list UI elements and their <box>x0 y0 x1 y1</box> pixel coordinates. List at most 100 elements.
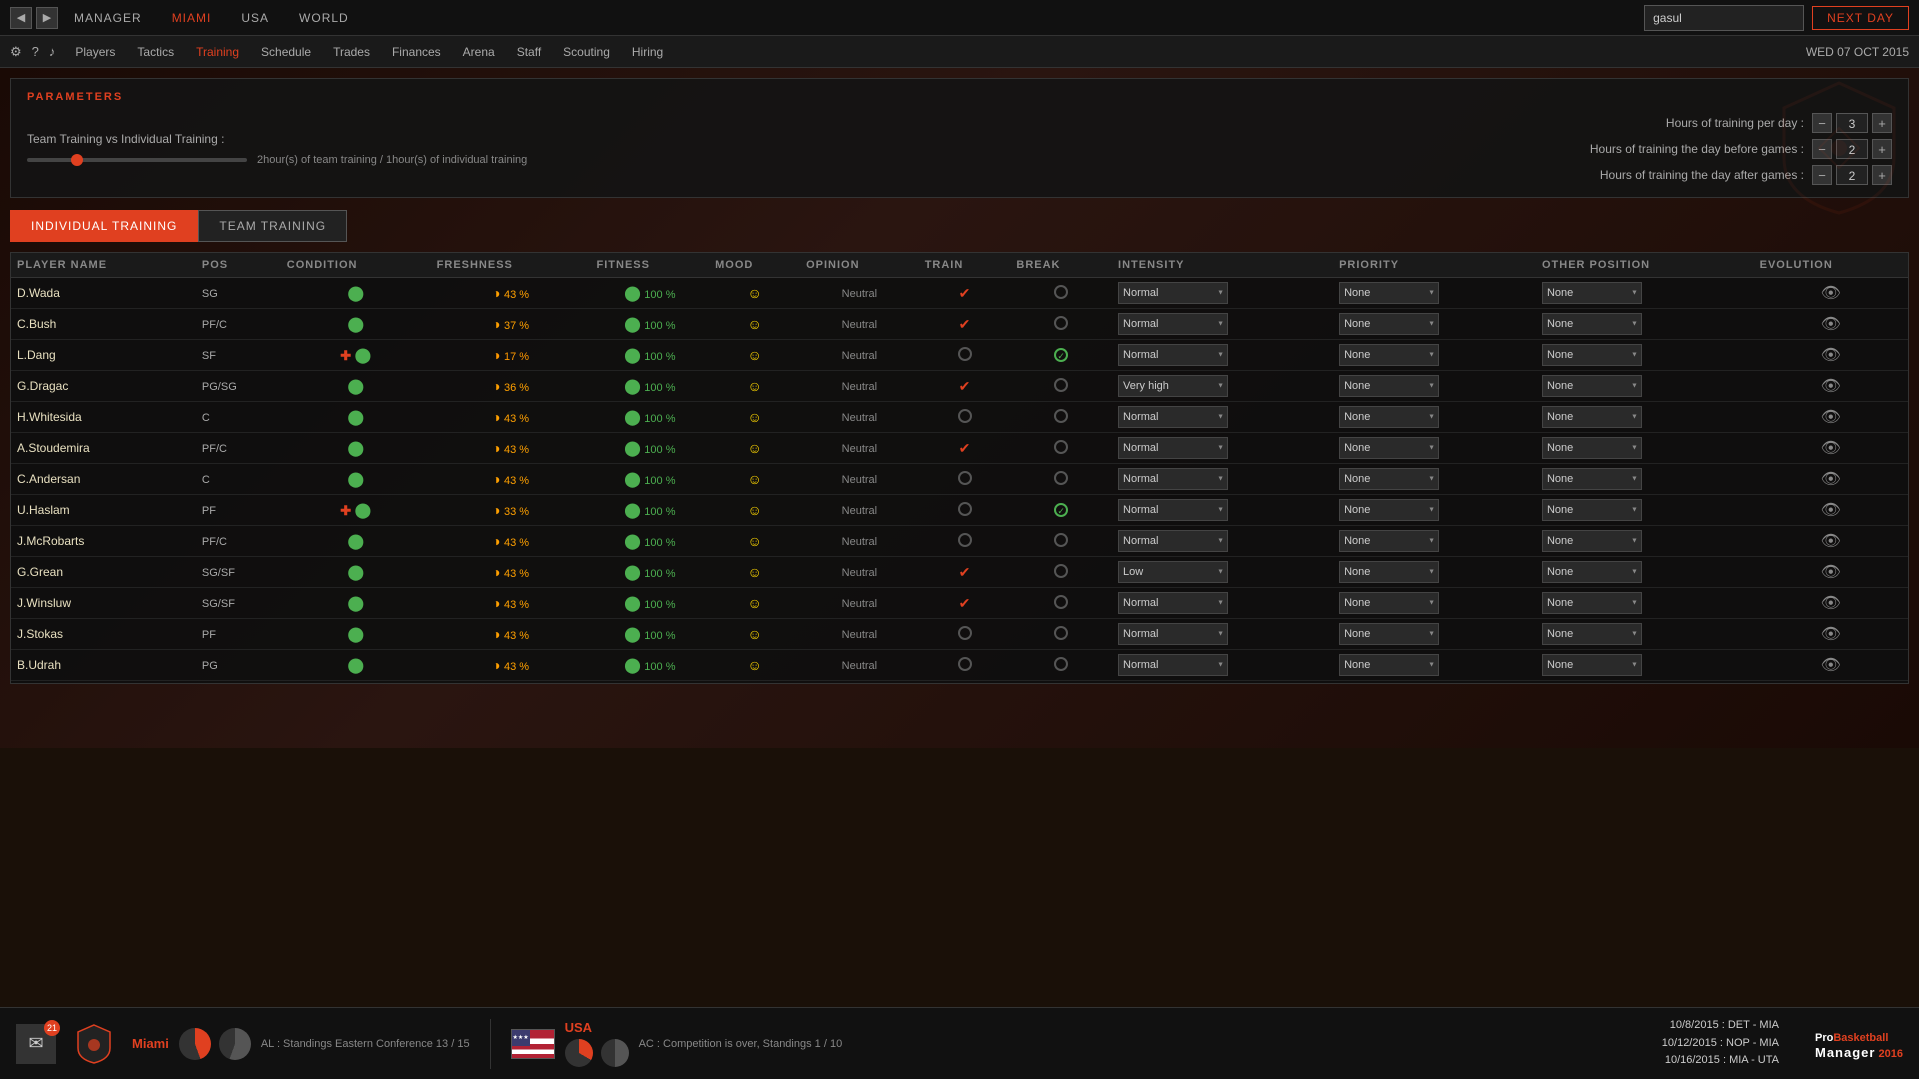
intensity-select[interactable]: NormalLowHighVery highMaximum <box>1118 406 1228 428</box>
break-circle-icon[interactable] <box>1054 409 1068 423</box>
evolution-eye-icon[interactable]: 👁 <box>1821 502 1841 519</box>
tab-trades[interactable]: Trades <box>333 45 370 59</box>
player-name[interactable]: J.McRobarts <box>17 534 84 548</box>
priority-select[interactable]: NoneShootingDribblingDefensePassing <box>1339 468 1439 490</box>
evolution-eye-icon[interactable]: 👁 <box>1821 316 1841 333</box>
player-name[interactable]: C.Bush <box>17 317 56 331</box>
train-circle-icon[interactable] <box>958 347 972 361</box>
intensity-select[interactable]: NormalLowHighVery highMaximum <box>1118 282 1228 304</box>
tab-staff[interactable]: Staff <box>517 45 541 59</box>
nav-miami[interactable]: MIAMI <box>172 11 212 25</box>
train-check-icon[interactable]: ✔ <box>959 316 971 332</box>
player-name[interactable]: J.Stokas <box>17 627 63 641</box>
evolution-eye-icon[interactable]: 👁 <box>1821 347 1841 364</box>
break-check-icon[interactable]: ✓ <box>1054 348 1068 362</box>
other-pos-select[interactable]: NonePGSGSFPFC <box>1542 499 1642 521</box>
other-pos-select[interactable]: NonePGSGSFPFC <box>1542 592 1642 614</box>
other-pos-select[interactable]: NonePGSGSFPFC <box>1542 282 1642 304</box>
break-circle-icon[interactable] <box>1054 533 1068 547</box>
evolution-eye-icon[interactable]: 👁 <box>1821 471 1841 488</box>
nav-manager[interactable]: MANAGER <box>74 11 142 25</box>
priority-select[interactable]: NoneShootingDribblingDefensePassing <box>1339 375 1439 397</box>
other-pos-select[interactable]: NonePGSGSFPFC <box>1542 344 1642 366</box>
tab-arena[interactable]: Arena <box>463 45 495 59</box>
intensity-select[interactable]: NormalLowHighVery highMaximum <box>1118 623 1228 645</box>
intensity-select[interactable]: NormalLowHighVery highMaximum <box>1118 592 1228 614</box>
music-icon[interactable]: ♪ <box>49 44 56 60</box>
other-pos-select[interactable]: NonePGSGSFPFC <box>1542 406 1642 428</box>
evolution-eye-icon[interactable]: 👁 <box>1821 595 1841 612</box>
priority-select[interactable]: NoneShootingDribblingDefensePassing <box>1339 344 1439 366</box>
break-circle-icon[interactable] <box>1054 440 1068 454</box>
train-check-icon[interactable]: ✔ <box>959 440 971 456</box>
other-pos-select[interactable]: NonePGSGSFPFC <box>1542 313 1642 335</box>
team-training-tab[interactable]: TEAM TRAINING <box>198 210 347 242</box>
player-name[interactable]: U.Haslam <box>17 503 70 517</box>
tab-training[interactable]: Training <box>196 45 239 59</box>
intensity-select[interactable]: NormalLowHighVery highMaximum <box>1118 313 1228 335</box>
priority-select[interactable]: NoneShootingDribblingDefensePassing <box>1339 499 1439 521</box>
other-pos-select[interactable]: NonePGSGSFPFC <box>1542 530 1642 552</box>
individual-training-tab[interactable]: INDIVIDUAL TRAINING <box>10 210 198 242</box>
evolution-eye-icon[interactable]: 👁 <box>1821 285 1841 302</box>
intensity-select[interactable]: NormalLowHighVery highMaximum <box>1118 654 1228 676</box>
tab-schedule[interactable]: Schedule <box>261 45 311 59</box>
train-check-icon[interactable]: ✔ <box>959 564 971 580</box>
break-circle-icon[interactable] <box>1054 378 1068 392</box>
train-check-icon[interactable]: ✔ <box>959 595 971 611</box>
break-circle-icon[interactable] <box>1054 595 1068 609</box>
train-check-icon[interactable]: ✔ <box>959 378 971 394</box>
nav-forward-button[interactable]: ▶ <box>36 7 58 29</box>
break-circle-icon[interactable] <box>1054 471 1068 485</box>
intensity-select[interactable]: NormalLowHighVery highMaximum <box>1118 344 1228 366</box>
player-name[interactable]: L.Dang <box>17 348 56 362</box>
settings-icon[interactable]: ⚙ <box>10 44 22 60</box>
break-check-icon[interactable]: ✓ <box>1054 503 1068 517</box>
player-name[interactable]: A.Stoudemira <box>17 441 90 455</box>
tab-hiring[interactable]: Hiring <box>632 45 663 59</box>
next-day-button[interactable]: NEXT DAY <box>1812 6 1909 30</box>
break-circle-icon[interactable] <box>1054 285 1068 299</box>
intensity-select[interactable]: NormalLowHighVery highMaximum <box>1118 468 1228 490</box>
other-pos-select[interactable]: NonePGSGSFPFC <box>1542 375 1642 397</box>
intensity-select[interactable]: NormalLowHighVery highMaximum <box>1118 375 1228 397</box>
player-name[interactable]: J.Winsluw <box>17 596 71 610</box>
nav-world[interactable]: WORLD <box>299 11 349 25</box>
evolution-eye-icon[interactable]: 👁 <box>1821 657 1841 674</box>
break-circle-icon[interactable] <box>1054 626 1068 640</box>
evolution-eye-icon[interactable]: 👁 <box>1821 440 1841 457</box>
priority-select[interactable]: NoneShootingDribblingDefensePassing <box>1339 592 1439 614</box>
evolution-eye-icon[interactable]: 👁 <box>1821 378 1841 395</box>
player-name[interactable]: D.Wada <box>17 286 60 300</box>
other-pos-select[interactable]: NonePGSGSFPFC <box>1542 654 1642 676</box>
train-circle-icon[interactable] <box>958 533 972 547</box>
train-circle-icon[interactable] <box>958 502 972 516</box>
priority-select[interactable]: NoneShootingDribblingDefensePassing <box>1339 623 1439 645</box>
priority-select[interactable]: NoneShootingDribblingDefensePassing <box>1339 437 1439 459</box>
intensity-select[interactable]: NormalLowHighVery highMaximum <box>1118 530 1228 552</box>
evolution-eye-icon[interactable]: 👁 <box>1821 564 1841 581</box>
tab-players[interactable]: Players <box>75 45 115 59</box>
priority-select[interactable]: NoneShootingDribblingDefensePassing <box>1339 282 1439 304</box>
priority-select[interactable]: NoneShootingDribblingDefensePassing <box>1339 313 1439 335</box>
intensity-select[interactable]: NormalLowHighVery highMaximum <box>1118 561 1228 583</box>
priority-select[interactable]: NoneShootingDribblingDefensePassing <box>1339 406 1439 428</box>
other-pos-select[interactable]: NonePGSGSFPFC <box>1542 623 1642 645</box>
train-circle-icon[interactable] <box>958 626 972 640</box>
train-circle-icon[interactable] <box>958 471 972 485</box>
player-name[interactable]: C.Andersan <box>17 472 80 486</box>
training-slider-thumb[interactable] <box>71 154 83 166</box>
break-circle-icon[interactable] <box>1054 657 1068 671</box>
training-slider-track[interactable] <box>27 158 247 162</box>
evolution-eye-icon[interactable]: 👁 <box>1821 533 1841 550</box>
break-circle-icon[interactable] <box>1054 316 1068 330</box>
other-pos-select[interactable]: NonePGSGSFPFC <box>1542 468 1642 490</box>
priority-select[interactable]: NoneShootingDribblingDefensePassing <box>1339 530 1439 552</box>
mail-button[interactable]: ✉ 21 <box>16 1024 56 1064</box>
help-icon[interactable]: ? <box>32 44 39 60</box>
evolution-eye-icon[interactable]: 👁 <box>1821 409 1841 426</box>
tab-finances[interactable]: Finances <box>392 45 441 59</box>
player-name[interactable]: G.Grean <box>17 565 63 579</box>
other-pos-select[interactable]: NonePGSGSFPFC <box>1542 437 1642 459</box>
other-pos-select[interactable]: NonePGSGSFPFC <box>1542 561 1642 583</box>
